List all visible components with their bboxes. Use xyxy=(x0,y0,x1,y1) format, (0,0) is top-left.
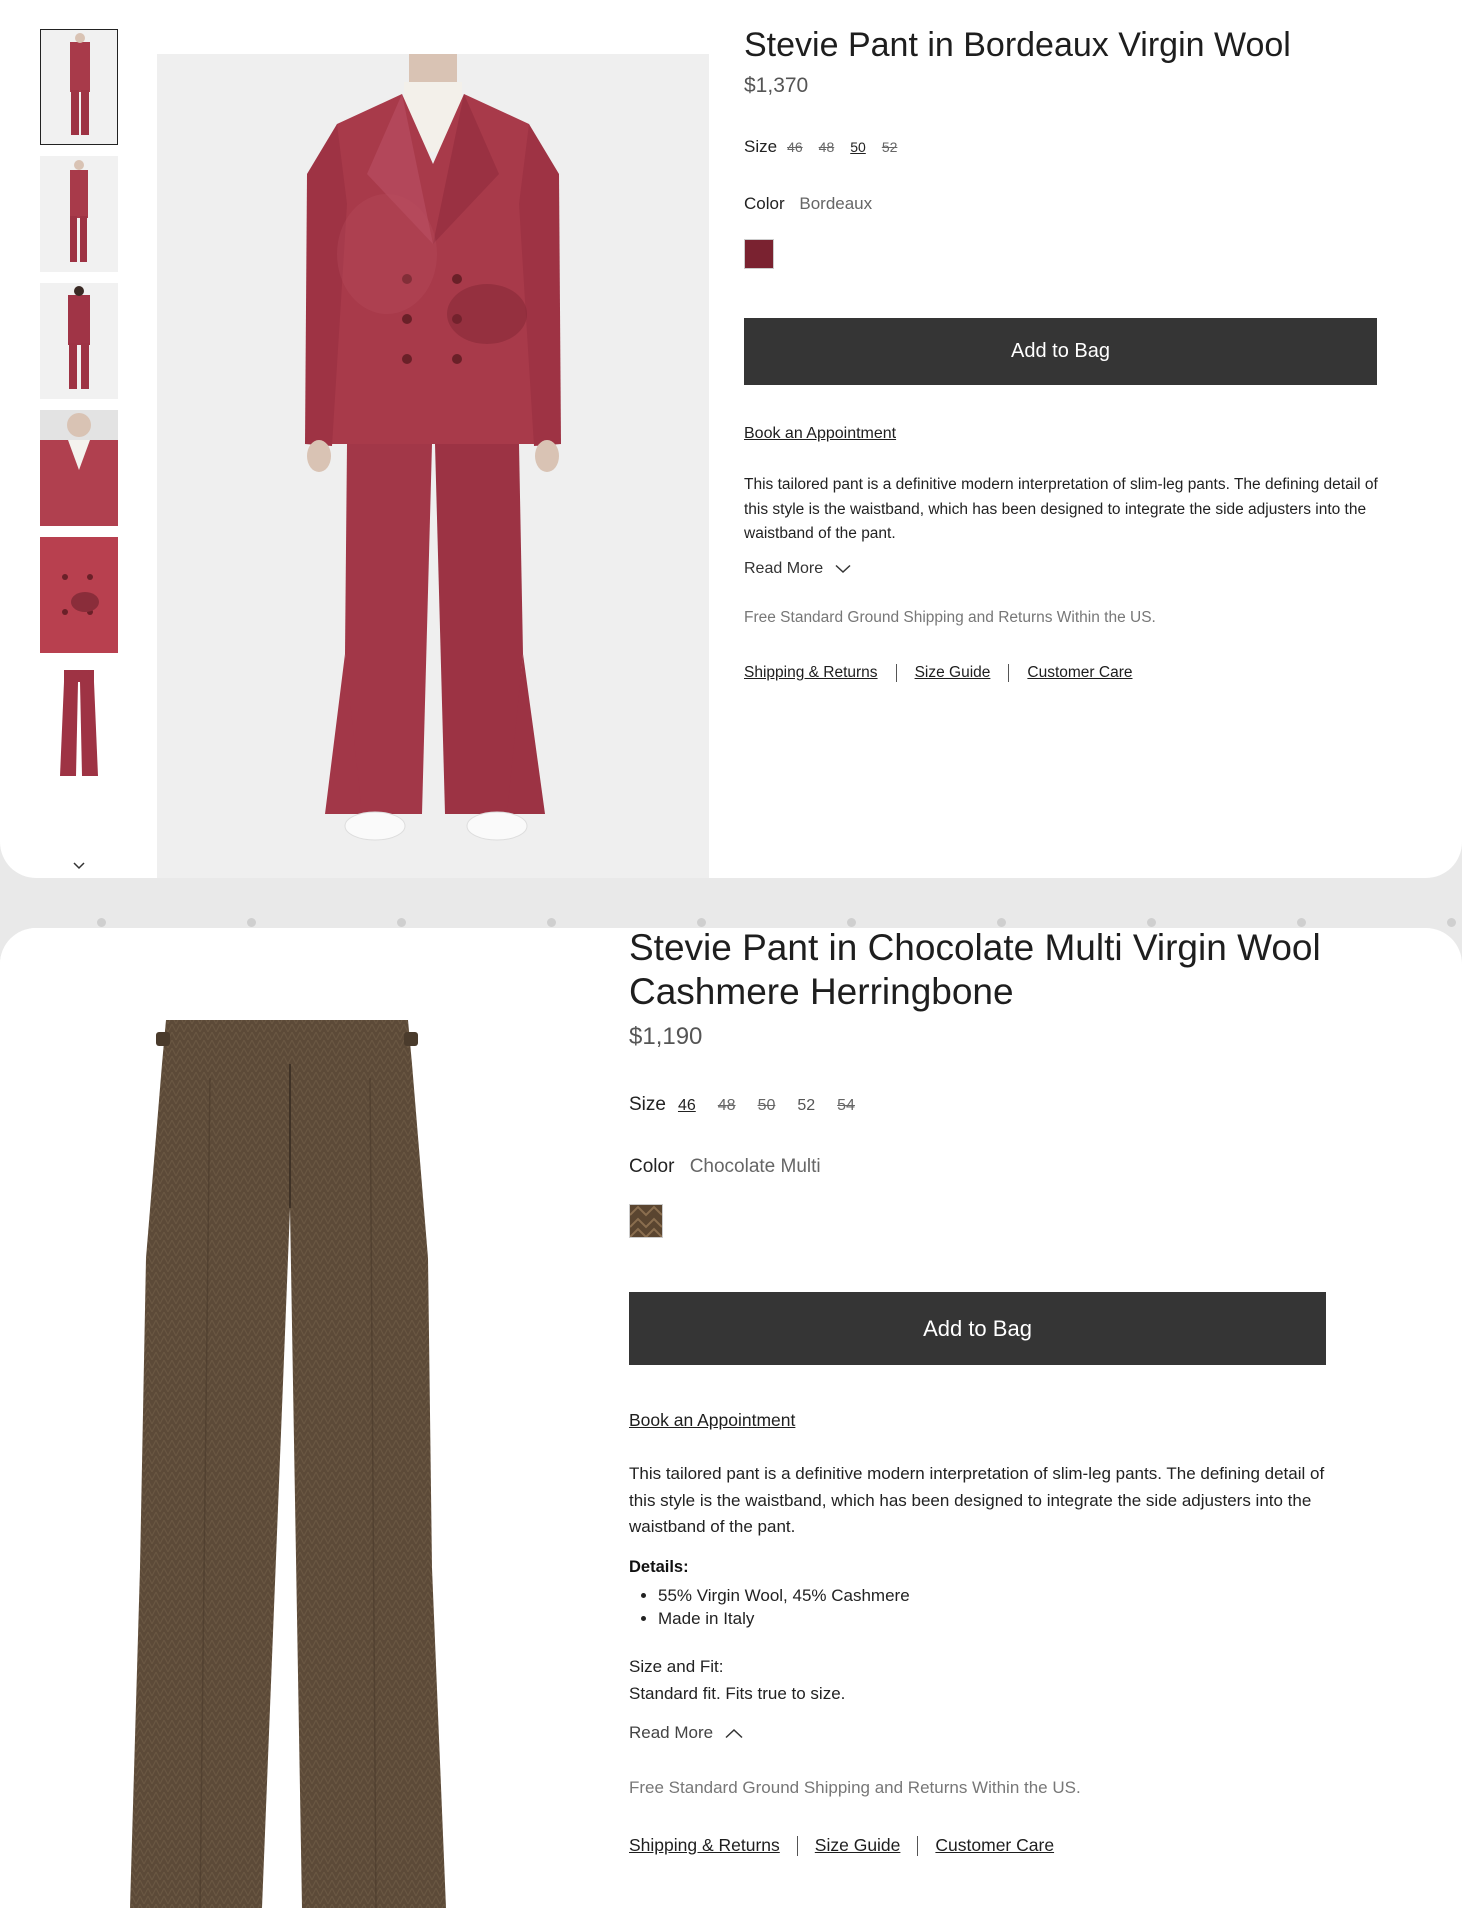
read-more-label: Read More xyxy=(744,560,824,577)
product-description: This tailored pant is a definitive moder… xyxy=(744,476,1378,542)
details-list: 55% Virgin Wool, 45% Cashmere Made in It… xyxy=(629,1584,910,1630)
shipping-note: Free Standard Ground Shipping and Return… xyxy=(629,1778,1081,1797)
divider xyxy=(917,1835,919,1856)
color-label: Color xyxy=(744,194,785,213)
shipping-returns-link[interactable]: Shipping & Returns xyxy=(744,664,878,682)
size-label: Size xyxy=(744,137,778,156)
add-to-bag-button[interactable]: Add to Bag xyxy=(744,318,1377,385)
product-title-line-2: Cashmere Herringbone xyxy=(629,971,1014,1012)
customer-care-link[interactable]: Customer Care xyxy=(1027,664,1132,682)
thumbnail-5[interactable] xyxy=(40,537,118,653)
read-less-toggle[interactable]: Read More xyxy=(629,1723,743,1743)
product-main-image xyxy=(157,54,709,878)
thumbnail-2[interactable] xyxy=(40,156,118,272)
product-main-image xyxy=(0,928,600,1908)
divider xyxy=(895,664,897,682)
color-row: Color Bordeaux xyxy=(744,194,872,214)
size-option-46[interactable]: 46 xyxy=(678,1097,696,1115)
size-guide-link[interactable]: Size Guide xyxy=(815,1835,901,1856)
thumbnail-1[interactable] xyxy=(40,29,118,145)
size-option-48[interactable]: 48 xyxy=(819,139,835,155)
chevron-up-icon xyxy=(725,1728,743,1738)
color-swatch-bordeaux[interactable] xyxy=(744,239,774,269)
color-swatch-chocolate[interactable] xyxy=(629,1204,663,1239)
size-selector: Size 46 48 50 52 54 xyxy=(629,1094,877,1116)
add-to-bag-button[interactable]: Add to Bag xyxy=(629,1292,1326,1365)
color-value: Chocolate Multi xyxy=(689,1156,821,1177)
help-links: Shipping & Returns Size Guide Customer C… xyxy=(744,664,1132,682)
shipping-note: Free Standard Ground Shipping and Return… xyxy=(744,609,1156,626)
size-option-52[interactable]: 52 xyxy=(797,1097,815,1115)
size-option-50[interactable]: 50 xyxy=(850,139,866,155)
color-value: Bordeaux xyxy=(799,194,873,213)
color-label: Color xyxy=(629,1156,675,1177)
fit-text: Standard fit. Fits true to size. xyxy=(629,1684,846,1703)
product-title: Stevie Pant in Bordeaux Virgin Wool xyxy=(744,26,1291,64)
detail-item: Made in Italy xyxy=(658,1607,910,1630)
customer-care-link[interactable]: Customer Care xyxy=(935,1835,1054,1856)
divider xyxy=(1008,664,1010,682)
size-option-48[interactable]: 48 xyxy=(718,1097,736,1115)
size-label: Size xyxy=(629,1094,666,1115)
read-more-toggle[interactable]: Read More xyxy=(744,560,851,578)
size-option-50[interactable]: 50 xyxy=(758,1097,776,1115)
shipping-returns-link[interactable]: Shipping & Returns xyxy=(629,1835,780,1856)
product-card-bordeaux: Stevie Pant in Bordeaux Virgin Wool $1,3… xyxy=(0,0,1462,878)
book-appointment-link[interactable]: Book an Appointment xyxy=(744,425,896,443)
product-price: $1,190 xyxy=(629,1023,703,1050)
product-title-line-1: Stevie Pant in Chocolate Multi Virgin Wo… xyxy=(629,928,1321,968)
thumbnail-3[interactable] xyxy=(40,283,118,399)
thumbnail-4[interactable] xyxy=(40,410,118,526)
size-option-52[interactable]: 52 xyxy=(882,139,898,155)
product-card-chocolate: Stevie Pant in Chocolate Multi Virgin Wo… xyxy=(0,928,1462,1908)
color-row: Color Chocolate Multi xyxy=(629,1156,821,1178)
thumbnail-6[interactable] xyxy=(40,664,118,780)
chevron-down-icon xyxy=(835,564,851,574)
size-guide-link[interactable]: Size Guide xyxy=(915,664,991,682)
thumbnails-scroll-down-icon[interactable] xyxy=(72,858,86,876)
size-option-54[interactable]: 54 xyxy=(837,1097,855,1115)
size-option-46[interactable]: 46 xyxy=(787,139,803,155)
read-more-label: Read More xyxy=(629,1723,714,1742)
book-appointment-link[interactable]: Book an Appointment xyxy=(629,1410,795,1431)
product-title: Stevie Pant in Chocolate Multi Virgin Wo… xyxy=(629,928,1321,1014)
size-selector: Size 46 48 50 52 xyxy=(744,137,913,157)
divider xyxy=(796,1835,798,1856)
product-description: This tailored pant is a definitive moder… xyxy=(629,1464,1325,1536)
help-links: Shipping & Returns Size Guide Customer C… xyxy=(629,1835,1054,1856)
fit-heading: Size and Fit: xyxy=(629,1657,724,1676)
details-heading: Details: xyxy=(629,1558,689,1576)
product-price: $1,370 xyxy=(744,74,809,97)
detail-item: 55% Virgin Wool, 45% Cashmere xyxy=(658,1584,910,1607)
